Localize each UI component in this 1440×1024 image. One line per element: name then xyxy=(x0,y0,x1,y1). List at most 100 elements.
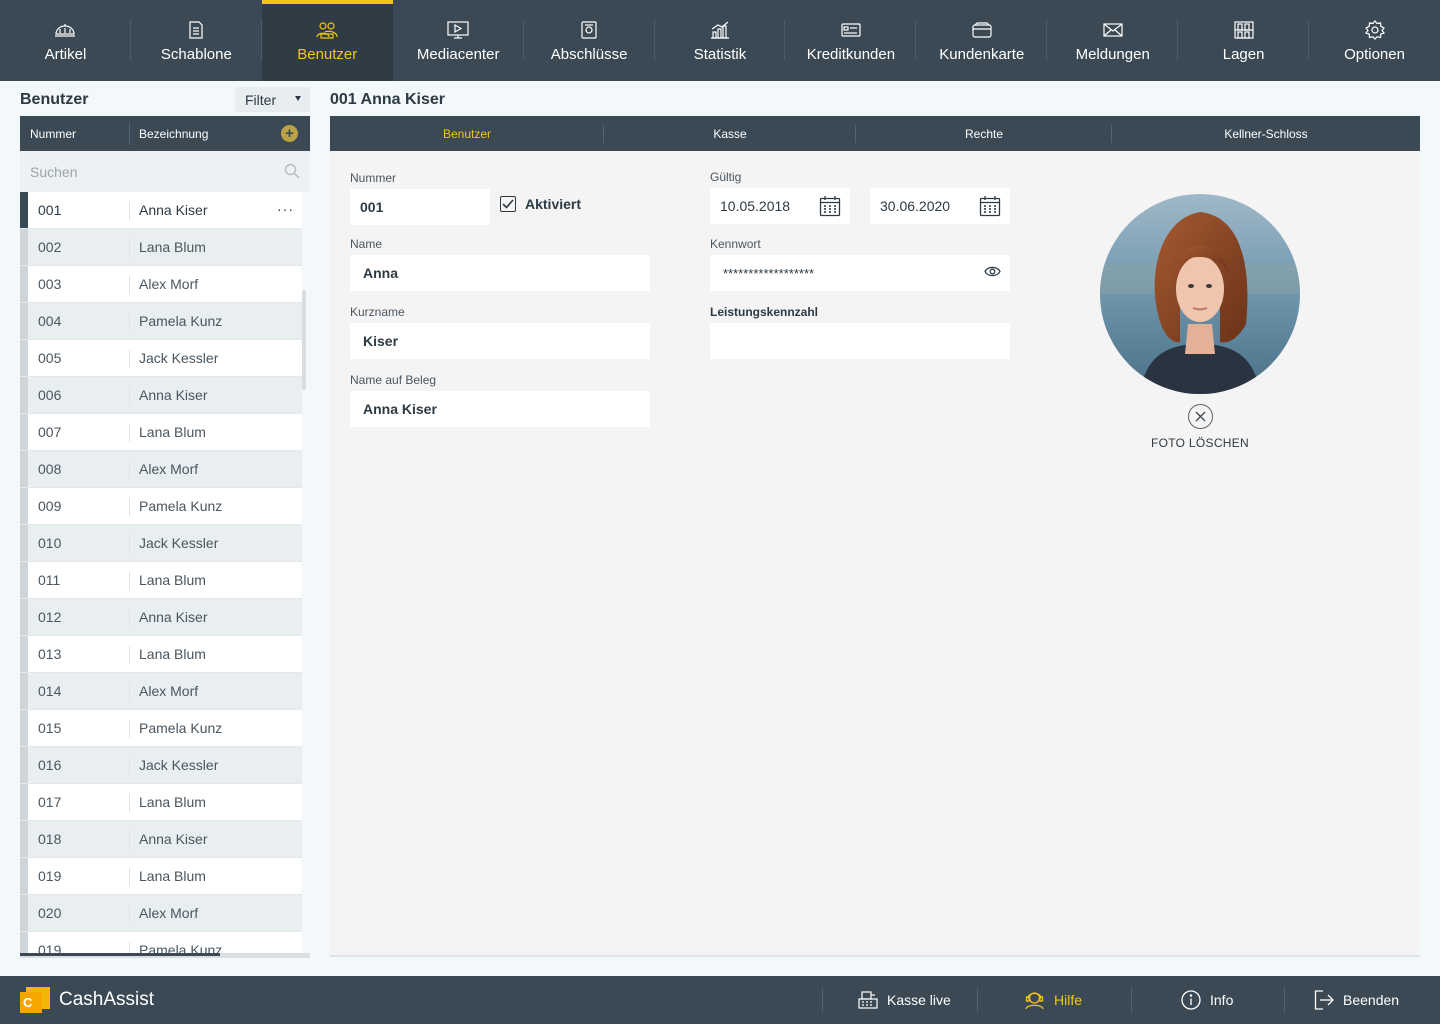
filter-dropdown[interactable]: Filter xyxy=(235,87,310,112)
nav-item-schablone[interactable]: Schablone xyxy=(131,0,262,81)
top-navigation: Artikel Schablone Benutzer Mediacenter A… xyxy=(0,0,1440,81)
horizontal-scrollbar-thumb[interactable] xyxy=(20,953,220,956)
beenden-button[interactable]: Beenden xyxy=(1314,976,1399,1024)
customer-card-icon xyxy=(971,20,993,40)
detail-tabs: Benutzer Kasse Rechte Kellner-Schloss xyxy=(330,116,1420,151)
delete-photo-button[interactable] xyxy=(1188,404,1213,429)
password-field[interactable]: ****************** xyxy=(710,255,1010,291)
nav-label: Lagen xyxy=(1222,46,1265,63)
table-row[interactable]: 010 Jack Kessler xyxy=(20,525,302,562)
row-number: 002 xyxy=(28,229,130,265)
table-row[interactable]: 003 Alex Morf xyxy=(20,266,302,303)
table-row[interactable]: 015 Pamela Kunz xyxy=(20,710,302,747)
valid-to-field[interactable]: 30.06.2020 xyxy=(870,188,1010,224)
row-name: Lana Blum xyxy=(139,572,206,588)
table-row[interactable]: 001 Anna Kiser ··· xyxy=(20,192,302,229)
nav-item-optionen[interactable]: Optionen xyxy=(1309,0,1440,81)
row-marker xyxy=(20,303,28,339)
more-options-icon[interactable]: ··· xyxy=(277,201,294,217)
table-row[interactable]: 014 Alex Morf xyxy=(20,673,302,710)
user-photo[interactable] xyxy=(1100,194,1300,394)
register-icon xyxy=(858,991,878,1009)
row-number: 019 xyxy=(28,858,130,894)
nav-item-abschluesse[interactable]: Abschlüsse xyxy=(524,0,655,81)
beleg-name-field[interactable]: Anna Kiser xyxy=(350,391,650,427)
table-row[interactable]: 007 Lana Blum xyxy=(20,414,302,451)
row-name: Jack Kessler xyxy=(139,535,219,551)
row-marker xyxy=(20,266,28,302)
monitor-icon xyxy=(447,20,469,40)
search-input[interactable]: Suchen xyxy=(20,151,310,192)
row-marker xyxy=(20,858,28,894)
row-marker xyxy=(20,747,28,783)
document-icon xyxy=(185,20,207,40)
nav-item-meldungen[interactable]: Meldungen xyxy=(1047,0,1179,81)
calendar-icon[interactable] xyxy=(979,195,1001,220)
table-row[interactable]: 002 Lana Blum xyxy=(20,229,302,266)
row-name: Anna Kiser xyxy=(139,387,208,403)
aktiviert-checkbox[interactable] xyxy=(500,196,516,212)
row-name: Anna Kiser xyxy=(139,831,208,847)
row-name: Lana Blum xyxy=(139,424,206,440)
row-name: Pamela Kunz xyxy=(139,498,223,514)
table-row[interactable]: 009 Pamela Kunz xyxy=(20,488,302,525)
info-button[interactable]: Info xyxy=(1181,976,1233,1024)
footer-divider xyxy=(977,988,978,1012)
valid-from-value: 10.05.2018 xyxy=(720,198,791,214)
footer-bar: C CashAssist Kasse live Hilfe Info Beend… xyxy=(0,976,1440,1024)
nav-item-benutzer[interactable]: Benutzer xyxy=(261,0,393,81)
nav-item-lagen[interactable]: Lagen xyxy=(1178,0,1309,81)
eye-icon[interactable] xyxy=(984,265,1001,281)
table-row[interactable]: 016 Jack Kessler xyxy=(20,747,302,784)
kasse-live-button[interactable]: Kasse live xyxy=(858,976,951,1024)
calendar-icon[interactable] xyxy=(819,195,841,220)
tab-benutzer[interactable]: Benutzer xyxy=(330,116,604,151)
row-marker xyxy=(20,710,28,746)
nav-item-statistik[interactable]: Statistik xyxy=(655,0,786,81)
nummer-field[interactable]: 001 xyxy=(350,189,490,225)
table-row[interactable]: 017 Lana Blum xyxy=(20,784,302,821)
report-icon xyxy=(578,20,600,40)
nav-label: Artikel xyxy=(44,46,87,63)
tab-rechte[interactable]: Rechte xyxy=(856,116,1112,151)
table-row[interactable]: 018 Anna Kiser xyxy=(20,821,302,858)
filter-label: Filter xyxy=(245,91,277,108)
footer-divider xyxy=(822,988,823,1012)
tab-kasse[interactable]: Kasse xyxy=(604,116,856,151)
column-header-number[interactable]: Nummer xyxy=(20,122,130,145)
row-name: Anna Kiser xyxy=(139,202,208,218)
table-row[interactable]: 019 Lana Blum xyxy=(20,858,302,895)
footer-divider xyxy=(1284,988,1285,1012)
table-row[interactable]: 006 Anna Kiser xyxy=(20,377,302,414)
table-row[interactable]: 005 Jack Kessler xyxy=(20,340,302,377)
valid-from-field[interactable]: 10.05.2018 xyxy=(710,188,850,224)
nav-item-kreditkunden[interactable]: Kreditkunden xyxy=(785,0,917,81)
nav-item-artikel[interactable]: Artikel xyxy=(0,0,131,81)
vertical-scrollbar[interactable] xyxy=(302,290,306,390)
delete-photo-label[interactable]: FOTO LÖSCHEN xyxy=(1140,436,1260,450)
row-number: 014 xyxy=(28,673,130,709)
nav-item-mediacenter[interactable]: Mediacenter xyxy=(393,0,524,81)
table-row[interactable]: 008 Alex Morf xyxy=(20,451,302,488)
tab-kellner-schloss[interactable]: Kellner-Schloss xyxy=(1112,116,1420,151)
row-marker xyxy=(20,821,28,857)
table-row[interactable]: 011 Lana Blum xyxy=(20,562,302,599)
kurzname-field[interactable]: Kiser xyxy=(350,323,650,359)
hilfe-button[interactable]: Hilfe xyxy=(1024,976,1082,1024)
leistung-field[interactable] xyxy=(710,323,1010,359)
row-name: Pamela Kunz xyxy=(139,313,223,329)
add-user-button[interactable]: + xyxy=(281,125,298,142)
name-field[interactable]: Anna xyxy=(350,255,650,291)
table-row[interactable]: 020 Alex Morf xyxy=(20,895,302,932)
search-placeholder: Suchen xyxy=(30,163,78,180)
row-marker xyxy=(20,636,28,672)
table-row[interactable]: 019 Pamela Kunz xyxy=(20,932,302,953)
row-name: Alex Morf xyxy=(139,905,199,921)
table-row[interactable]: 004 Pamela Kunz xyxy=(20,303,302,340)
table-row[interactable]: 012 Anna Kiser xyxy=(20,599,302,636)
credit-card-icon xyxy=(840,20,862,40)
nav-item-kundenkarte[interactable]: Kundenkarte xyxy=(916,0,1048,81)
warehouse-icon xyxy=(1233,20,1255,40)
table-row[interactable]: 013 Lana Blum xyxy=(20,636,302,673)
search-icon[interactable] xyxy=(284,163,300,182)
